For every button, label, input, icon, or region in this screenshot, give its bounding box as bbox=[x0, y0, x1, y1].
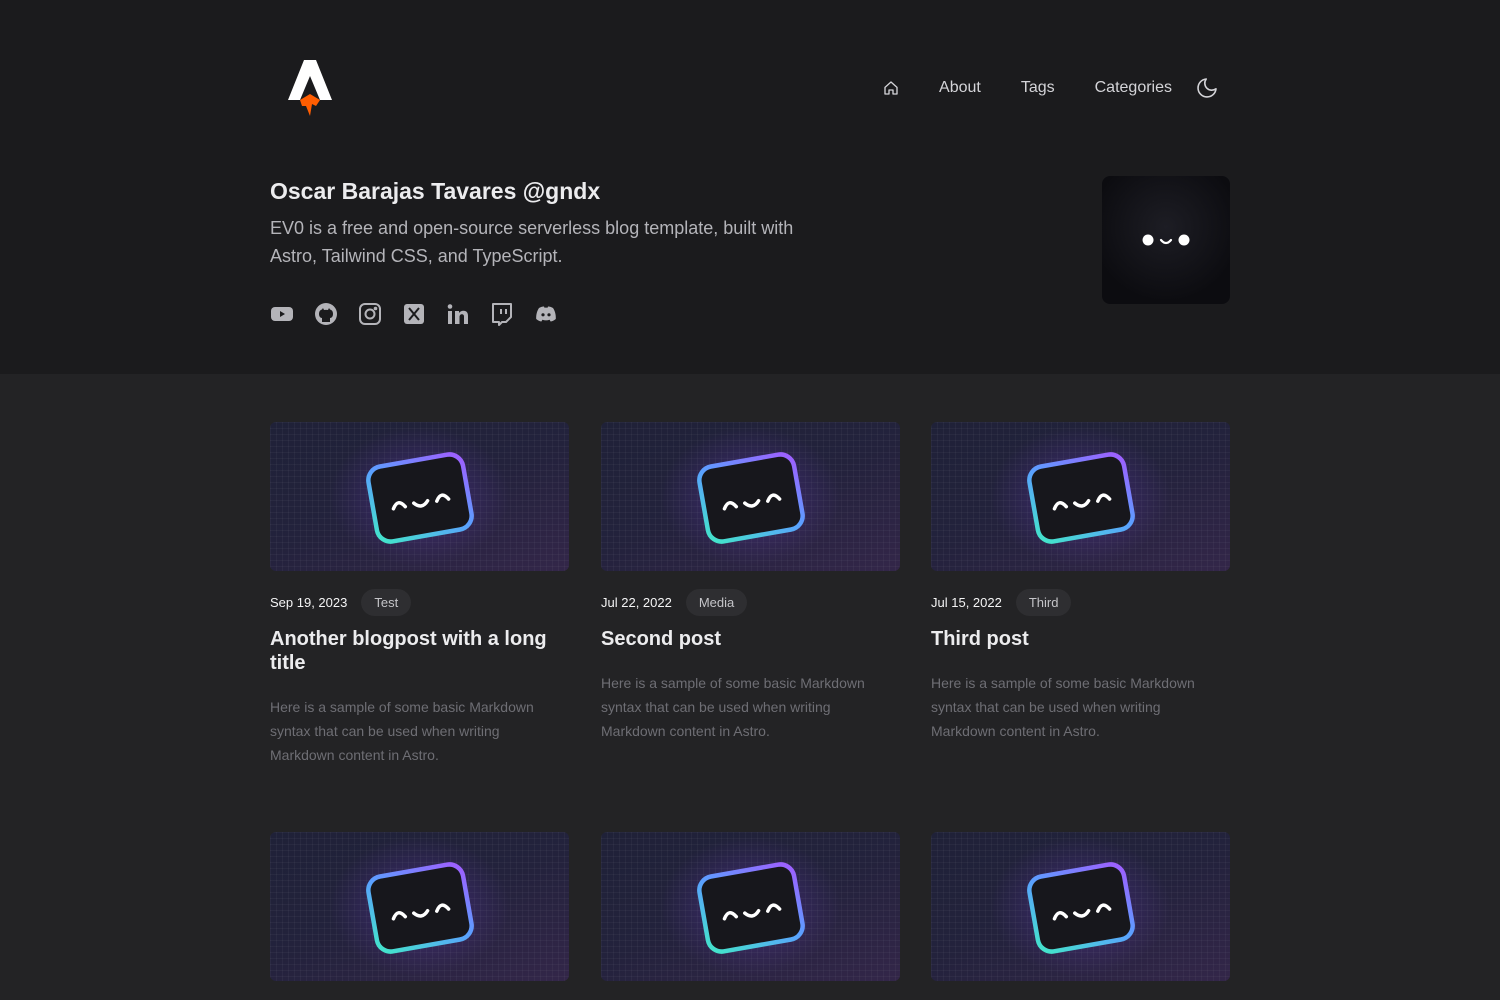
post-card[interactable]: Jul 22, 2022 Media Second post Here is a… bbox=[601, 422, 900, 743]
post-card[interactable] bbox=[270, 832, 569, 1000]
post-tag[interactable]: Third bbox=[1015, 588, 1072, 616]
social-links bbox=[270, 302, 578, 326]
nav-tags[interactable]: Tags bbox=[1021, 79, 1055, 97]
youtube-icon[interactable] bbox=[270, 302, 294, 326]
github-icon[interactable] bbox=[314, 302, 338, 326]
post-thumbnail[interactable] bbox=[931, 422, 1230, 571]
post-card[interactable]: Sep 19, 2023 Test Another blogpost with … bbox=[270, 422, 569, 767]
mascot-icon bbox=[366, 452, 474, 544]
post-date: Sep 19, 2023 bbox=[270, 594, 348, 610]
nav-about[interactable]: About bbox=[939, 79, 981, 97]
post-meta: Sep 19, 2023 Test bbox=[270, 588, 569, 616]
post-meta: Jul 15, 2022 Third bbox=[931, 588, 1230, 616]
post-date: Jul 22, 2022 bbox=[601, 594, 672, 610]
post-title[interactable]: Third post bbox=[931, 627, 1216, 651]
post-card[interactable]: Jul 15, 2022 Third Third post Here is a … bbox=[931, 422, 1230, 743]
post-card[interactable] bbox=[931, 832, 1230, 1000]
astro-logo[interactable] bbox=[286, 56, 334, 120]
mascot-icon bbox=[697, 452, 805, 544]
instagram-icon[interactable] bbox=[358, 302, 382, 326]
post-date: Jul 15, 2022 bbox=[931, 594, 1002, 610]
mascot-icon bbox=[366, 862, 474, 954]
post-thumbnail[interactable] bbox=[601, 422, 900, 571]
mascot-icon bbox=[1027, 452, 1135, 544]
hero-section: About Tags Categories Oscar Barajas Tava… bbox=[0, 0, 1500, 374]
twitch-icon[interactable] bbox=[490, 302, 514, 326]
post-tag[interactable]: Test bbox=[361, 588, 412, 616]
post-title[interactable]: Second post bbox=[601, 627, 886, 651]
post-excerpt: Here is a sample of some basic Markdown … bbox=[601, 675, 865, 739]
post-meta: Jul 22, 2022 Media bbox=[601, 588, 900, 616]
post-excerpt: Here is a sample of some basic Markdown … bbox=[931, 675, 1195, 739]
x-icon[interactable] bbox=[402, 302, 426, 326]
linkedin-icon[interactable] bbox=[446, 302, 470, 326]
mascot-icon bbox=[1027, 862, 1135, 954]
author-name: Oscar Barajas Tavares @gndx bbox=[270, 178, 601, 204]
site-description: EV0 is a free and open-source serverless… bbox=[270, 218, 794, 266]
discord-icon[interactable] bbox=[534, 302, 558, 326]
moon-icon[interactable] bbox=[1194, 75, 1220, 101]
post-thumbnail[interactable] bbox=[601, 832, 900, 981]
home-icon[interactable] bbox=[881, 78, 901, 98]
main-nav: About Tags Categories bbox=[881, 74, 1220, 102]
post-tag[interactable]: Media bbox=[685, 588, 748, 616]
post-card[interactable] bbox=[601, 832, 900, 1000]
post-title[interactable]: Another blogpost with a long title bbox=[270, 627, 555, 675]
avatar bbox=[1102, 176, 1230, 304]
mascot-icon bbox=[697, 862, 805, 954]
post-thumbnail[interactable] bbox=[931, 832, 1230, 981]
post-thumbnail[interactable] bbox=[270, 832, 569, 981]
post-thumbnail[interactable] bbox=[270, 422, 569, 571]
post-excerpt: Here is a sample of some basic Markdown … bbox=[270, 699, 534, 763]
nav-categories[interactable]: Categories bbox=[1095, 79, 1172, 97]
